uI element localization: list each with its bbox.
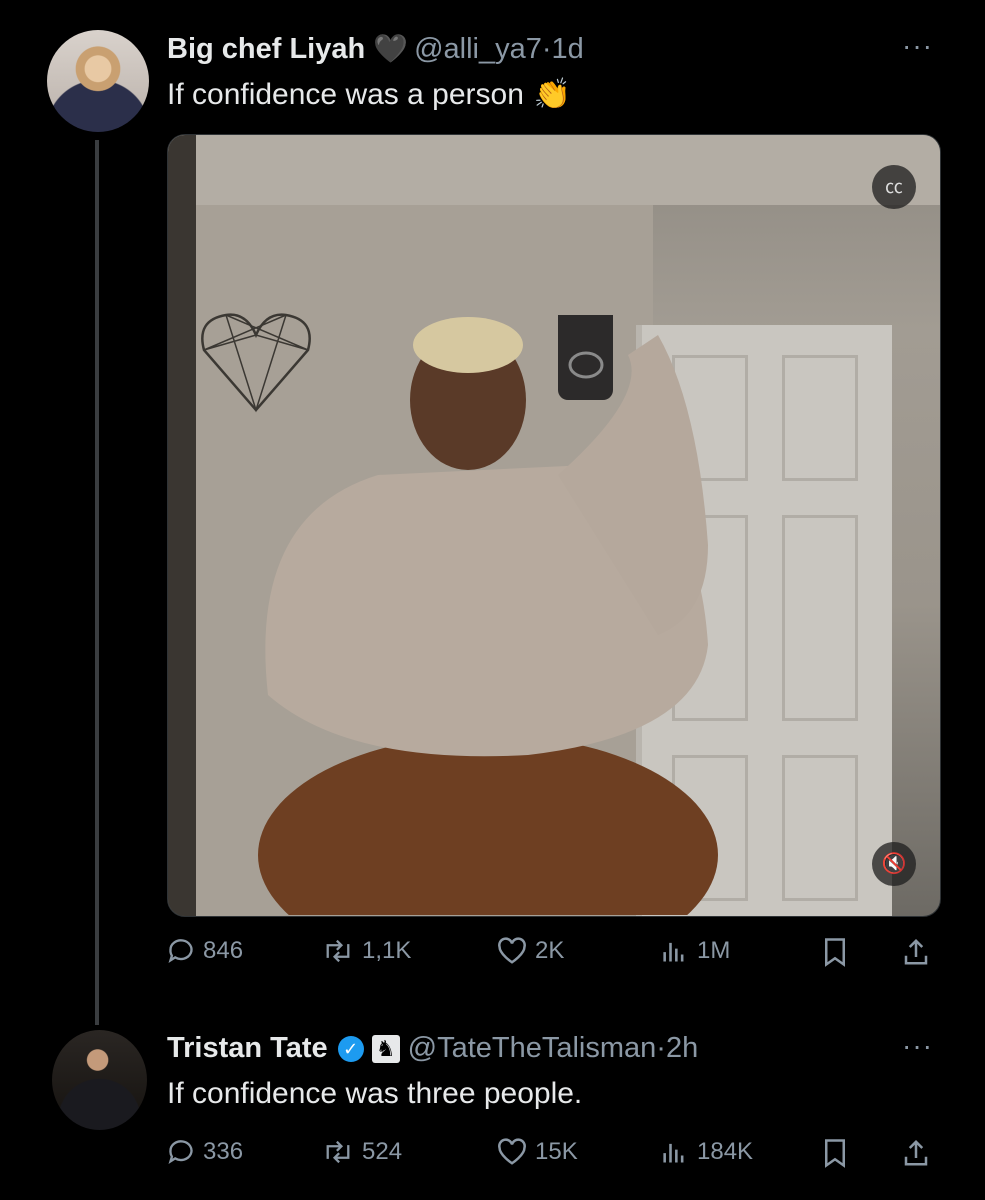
retweet-button[interactable]: 1,1K: [322, 937, 411, 965]
share-button[interactable]: [902, 1138, 938, 1168]
separator: ·: [541, 33, 552, 65]
views-count: 1M: [697, 937, 731, 964]
reply-button[interactable]: 846: [167, 937, 243, 965]
mirror-frame: [168, 135, 196, 916]
verified-badge-icon: ✓: [337, 1036, 364, 1062]
captions-icon[interactable]: ㏄: [872, 165, 916, 209]
reply-icon: [168, 939, 193, 963]
display-name[interactable]: Tristan Tate: [167, 1032, 328, 1064]
retweet-icon: [326, 1140, 350, 1164]
reply-count: 336: [203, 1138, 244, 1165]
like-count: 2K: [535, 937, 565, 964]
handle[interactable]: @alli_ya7: [414, 33, 542, 65]
bookmark-button[interactable]: [822, 1138, 856, 1168]
timestamp[interactable]: 2h: [666, 1032, 698, 1064]
heart-icon: [498, 1138, 526, 1165]
reply-icon: [168, 1140, 193, 1164]
retweet-button[interactable]: 524: [322, 1138, 402, 1166]
tweet-actions: 846 1,1K 2K 1M: [167, 937, 939, 977]
like-button[interactable]: 2K: [497, 937, 564, 965]
share-button[interactable]: [902, 937, 938, 967]
clapping-hands-icon: 👏: [533, 78, 572, 111]
display-name[interactable]: Big chef Liyah: [167, 33, 365, 65]
chess-knight-icon: ♞: [371, 1035, 400, 1063]
tweet-actions: 336 524 15K 184K: [167, 1138, 939, 1178]
retweet-count: 1,1K: [362, 937, 412, 964]
tweet-header: Big chef Liyah 🖤 @alli_ya7·1d: [167, 32, 584, 66]
thread-line: [95, 140, 99, 1025]
share-icon: [904, 1139, 928, 1166]
retweet-count: 524: [362, 1138, 403, 1165]
more-options-icon[interactable]: ···: [902, 30, 933, 62]
media-ceiling: [168, 135, 940, 205]
timestamp[interactable]: 1d: [552, 33, 584, 65]
tweet-text: If confidence was three people.: [167, 1077, 582, 1111]
video-media[interactable]: ㏄ 🔇: [167, 134, 941, 917]
like-count: 15K: [535, 1138, 578, 1165]
retweet-icon: [326, 939, 350, 963]
handle[interactable]: @TateTheTalisman: [408, 1032, 657, 1064]
views-button[interactable]: 1M: [659, 937, 730, 965]
views-icon: [663, 1143, 684, 1163]
more-options-icon[interactable]: ···: [902, 1030, 933, 1062]
views-count: 184K: [697, 1138, 754, 1165]
reply-count: 846: [203, 937, 244, 964]
views-icon: [663, 942, 684, 962]
bookmark-icon: [825, 1139, 845, 1168]
avatar[interactable]: [52, 1030, 147, 1130]
reply-button[interactable]: 336: [167, 1138, 243, 1166]
bookmark-icon: [825, 938, 845, 967]
tweet-text: If confidence was a person 👏: [167, 77, 571, 112]
mute-icon[interactable]: 🔇: [872, 842, 916, 886]
tweet-text-content: If confidence was a person: [167, 78, 524, 111]
separator: ·: [656, 1032, 666, 1064]
views-button[interactable]: 184K: [659, 1138, 753, 1166]
heart-icon: [498, 937, 526, 964]
person-figure: [258, 315, 718, 915]
black-heart-icon: 🖤: [373, 33, 409, 64]
like-button[interactable]: 15K: [497, 1138, 578, 1166]
tweet-header: Tristan Tate ✓ ♞ @TateTheTalisman·2h: [167, 1032, 698, 1065]
share-icon: [904, 938, 928, 965]
avatar[interactable]: [47, 30, 149, 132]
tweet-text-content: If confidence was three people.: [167, 1077, 583, 1110]
bookmark-button[interactable]: [822, 937, 856, 967]
